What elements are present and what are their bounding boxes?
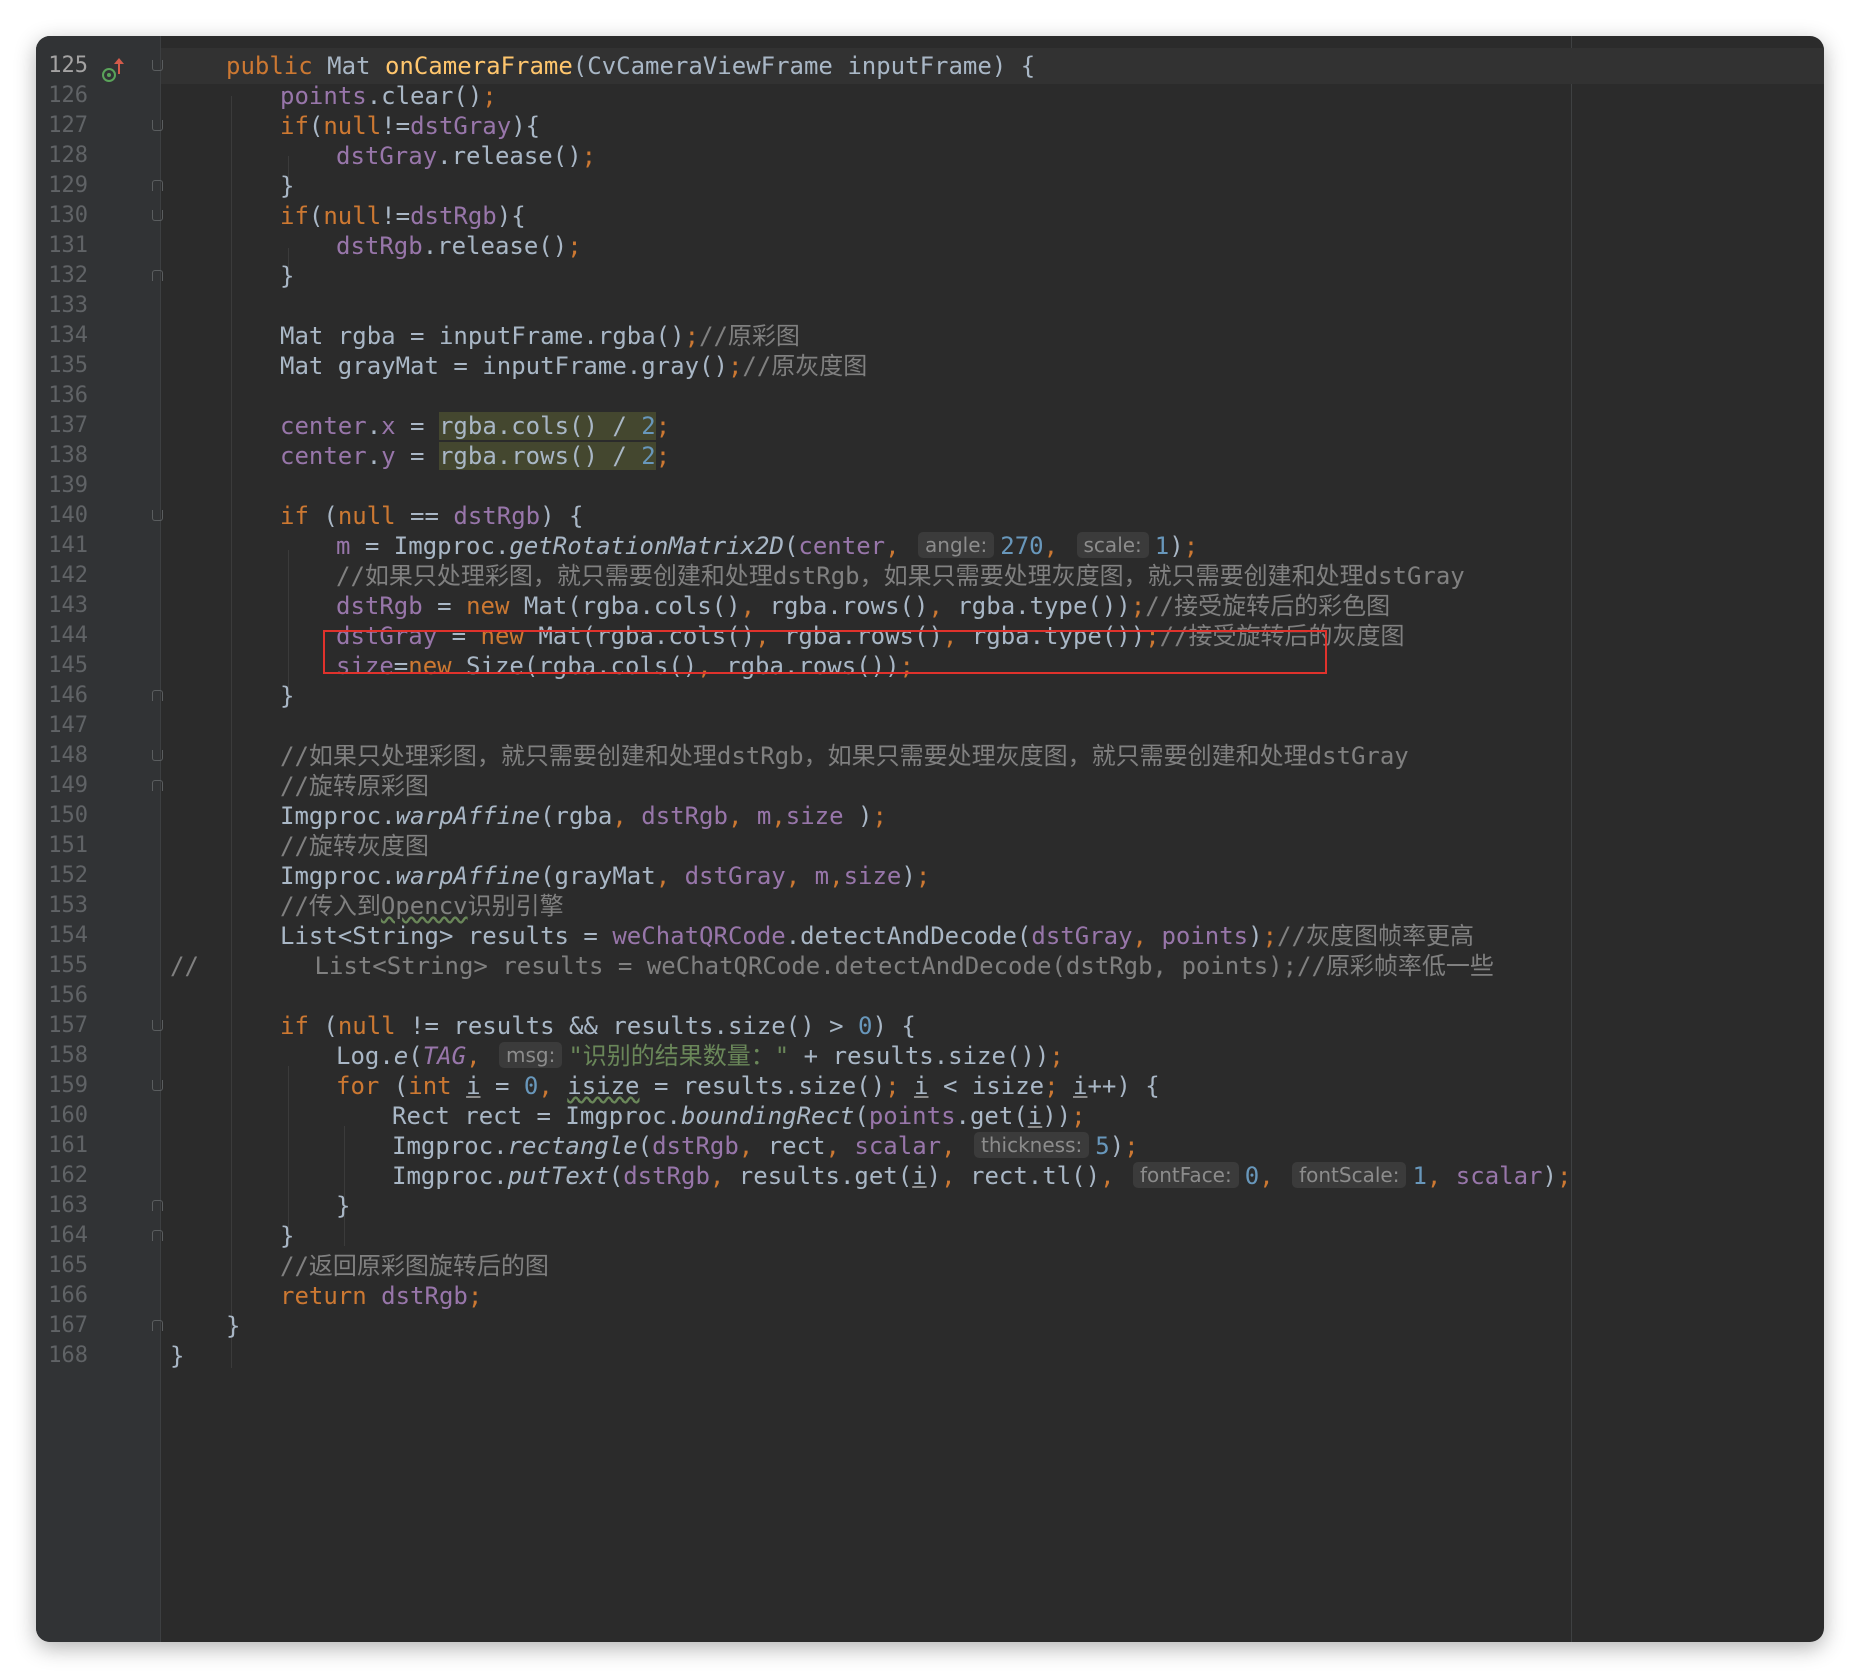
parameter-hint: angle:: [918, 532, 995, 558]
fold-marker-icon[interactable]: [152, 1320, 163, 1331]
line-number: 168: [48, 1343, 88, 1368]
fold-marker-icon[interactable]: [152, 180, 163, 191]
fold-marker-icon[interactable]: [152, 750, 163, 761]
fold-marker-icon[interactable]: [152, 1230, 163, 1241]
fold-marker-icon[interactable]: [152, 780, 163, 791]
fold-marker-icon[interactable]: [152, 270, 163, 281]
fold-marker-icon[interactable]: [152, 1200, 163, 1211]
fold-marker-icon[interactable]: [152, 1080, 163, 1091]
fold-marker-icon[interactable]: [152, 1020, 163, 1031]
up-arrow-icon: [114, 58, 124, 74]
parameter-hint: thickness:: [974, 1132, 1090, 1158]
code-line: 168 }: [36, 1338, 1824, 1374]
parameter-hint: fontScale:: [1292, 1162, 1407, 1188]
parameter-hint: scale:: [1076, 532, 1149, 558]
fold-marker-icon[interactable]: [152, 210, 163, 221]
code-text: }: [170, 1342, 185, 1370]
fold-marker-icon[interactable]: [152, 120, 163, 131]
parameter-hint: fontFace:: [1132, 1162, 1239, 1188]
code-line: 124: [36, 36, 1824, 48]
annotation-highlight-box: [323, 630, 1327, 674]
line-number: 124: [36, 36, 88, 48]
code-editor-window: 124 125 public Mat onCameraFrame(CvCamer…: [36, 36, 1824, 1642]
parameter-hint: msg:: [498, 1042, 563, 1068]
fold-marker-icon[interactable]: [152, 510, 163, 521]
fold-marker-icon[interactable]: [152, 60, 163, 71]
fold-marker-icon[interactable]: [152, 690, 163, 701]
